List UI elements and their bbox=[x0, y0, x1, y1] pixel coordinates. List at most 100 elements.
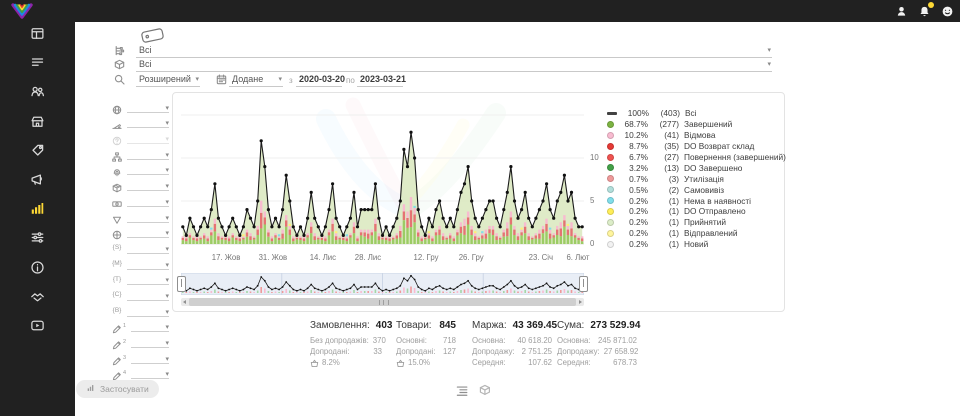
navigator-right-handle[interactable] bbox=[579, 276, 588, 292]
sidebar-item-promotions[interactable] bbox=[30, 143, 46, 159]
apply-chart-icon bbox=[86, 383, 96, 395]
stat-column: Сума:273 529.94Основна:245 871.02Допрода… bbox=[557, 320, 637, 369]
date-field-value: Додане bbox=[232, 74, 263, 84]
filter-select[interactable]: ▾ bbox=[127, 242, 169, 254]
filter-select[interactable]: ▾ bbox=[127, 148, 169, 160]
main-chart[interactable] bbox=[181, 101, 584, 253]
product-select[interactable]: Всі ▾ bbox=[136, 58, 772, 72]
sidebar-item-video-guide[interactable] bbox=[30, 318, 46, 334]
filter-select[interactable]: ▾ bbox=[131, 320, 169, 332]
product-view-toggle[interactable] bbox=[479, 384, 492, 397]
scroll-left-arrow[interactable] bbox=[181, 298, 189, 306]
stat-title: Маржа: bbox=[472, 320, 507, 331]
filter-select[interactable]: ▾ bbox=[127, 163, 169, 175]
sidebar-item-store[interactable] bbox=[30, 114, 46, 130]
filter-select[interactable]: ▾ bbox=[131, 352, 169, 364]
filter-select[interactable]: ▾ bbox=[127, 179, 169, 191]
notifications-icon[interactable] bbox=[918, 5, 931, 18]
view-toggles bbox=[455, 384, 492, 397]
legend-item[interactable]: 0.2%(1)Прийнятий bbox=[607, 217, 786, 228]
stat-sub-value: 2 751.25 bbox=[522, 346, 552, 357]
chart-navigator[interactable] bbox=[181, 273, 584, 295]
legend-label: Всі bbox=[685, 108, 697, 118]
filter-select[interactable]: ▾ bbox=[127, 273, 169, 285]
legend-item[interactable]: 0.2%(1)Новий bbox=[607, 239, 786, 250]
legend-item[interactable]: 0.2%(1)DO Отправлено bbox=[607, 206, 786, 217]
legend-dot-swatch bbox=[607, 208, 614, 215]
legend-dot-swatch bbox=[607, 219, 614, 226]
chevron-down-icon: ▾ bbox=[767, 47, 771, 54]
filter-select[interactable]: ▾ bbox=[127, 258, 169, 270]
campaigns-icon bbox=[30, 174, 45, 191]
legend-item[interactable]: 68.7%(277)Завершений bbox=[607, 119, 786, 130]
filter-select[interactable]: ▾ bbox=[127, 101, 169, 113]
sidebar-item-settings[interactable] bbox=[30, 230, 46, 246]
sidebar-item-partners[interactable] bbox=[30, 289, 46, 305]
filter-select[interactable]: ▾ bbox=[131, 367, 169, 379]
legend-dot-swatch bbox=[607, 164, 614, 171]
legend-percent: 3.2% bbox=[618, 163, 648, 173]
sidebar-item-customers[interactable] bbox=[30, 84, 46, 100]
legend-item[interactable]: 0.2%(1)Відправлений bbox=[607, 228, 786, 239]
legend-dot-swatch bbox=[607, 197, 614, 204]
filter-select[interactable]: ▾ bbox=[127, 132, 169, 144]
search-mode-select[interactable]: Розширений ▾ bbox=[136, 73, 200, 87]
legend-label: DO Завершено bbox=[684, 163, 742, 173]
sidebar-item-dashboard[interactable] bbox=[30, 26, 46, 42]
stat-value: 273 529.94 bbox=[590, 320, 640, 331]
legend-item[interactable]: 100%(403)Всі bbox=[607, 108, 786, 119]
legend-item[interactable]: 8.7%(35)DO Возврат склад bbox=[607, 141, 786, 152]
scroll-thumb[interactable] bbox=[189, 298, 576, 306]
stat-value: 845 bbox=[439, 320, 456, 331]
x-tick-label: 28. Лис bbox=[346, 253, 390, 262]
banknote-icon bbox=[112, 196, 122, 206]
search-mode-value: Розширений bbox=[139, 74, 191, 84]
sidebar-item-statistics[interactable] bbox=[30, 201, 46, 217]
app-logo[interactable] bbox=[9, 3, 35, 20]
profile-avatar-icon[interactable] bbox=[941, 5, 954, 18]
info-icon bbox=[30, 262, 45, 279]
user-menu-icon[interactable] bbox=[895, 5, 908, 18]
sidebar-nav bbox=[0, 0, 75, 416]
chevron-down-icon: ▾ bbox=[165, 277, 169, 284]
stat-sub-value: 718 bbox=[443, 335, 456, 346]
hierarchy-icon bbox=[112, 149, 122, 159]
pencil-index: 3 bbox=[123, 355, 126, 361]
legend-line-swatch bbox=[607, 112, 617, 115]
filter-select[interactable]: ▾ bbox=[127, 195, 169, 207]
filter-select[interactable]: ▾ bbox=[127, 226, 169, 238]
sidebar-item-orders[interactable] bbox=[30, 55, 46, 71]
y-tick-label: 0 bbox=[590, 239, 608, 248]
filter-select[interactable]: ▾ bbox=[127, 289, 169, 301]
legend-dot-swatch bbox=[607, 154, 614, 161]
scroll-right-arrow[interactable] bbox=[576, 298, 584, 306]
category-select[interactable]: Всі ▾ bbox=[136, 44, 772, 58]
chart-scrollbar[interactable] bbox=[181, 298, 584, 306]
legend-dot-swatch bbox=[607, 121, 614, 128]
chevron-down-icon: ▾ bbox=[165, 371, 169, 378]
legend-item[interactable]: 10.2%(41)Відмова bbox=[607, 130, 786, 141]
date-field-select[interactable]: Додане ▾ bbox=[229, 73, 283, 87]
legend-item[interactable]: 0.5%(2)Самовивіз bbox=[607, 184, 786, 195]
sidebar-item-campaigns[interactable] bbox=[30, 172, 46, 188]
filter-select[interactable]: ▾ bbox=[131, 336, 169, 348]
date-from-label: з bbox=[289, 76, 293, 85]
legend-item[interactable]: 3.2%(13)DO Завершено bbox=[607, 162, 786, 173]
list-view-toggle[interactable] bbox=[455, 384, 468, 397]
chevron-down-icon: ▾ bbox=[165, 340, 169, 347]
filter-select[interactable]: ▾ bbox=[127, 305, 169, 317]
list-toggle-icon bbox=[455, 384, 468, 401]
filter-select[interactable]: ▾ bbox=[127, 116, 169, 128]
legend-item[interactable]: 6.7%(27)Повернення (завершений) bbox=[607, 152, 786, 163]
navigator-left-handle[interactable] bbox=[177, 276, 186, 292]
legend-item[interactable]: 0.2%(1)Нема в наявності bbox=[607, 195, 786, 206]
notification-badge bbox=[928, 2, 934, 8]
apply-button[interactable]: Застосувати bbox=[76, 380, 159, 398]
legend-item[interactable]: 0.7%(3)Утилізація bbox=[607, 173, 786, 184]
filter-select[interactable]: ▾ bbox=[127, 211, 169, 223]
sidebar-item-info[interactable] bbox=[30, 260, 46, 276]
date-from-input[interactable]: 2020-03-20 bbox=[296, 73, 342, 87]
legend-label: DO Отправлено bbox=[684, 206, 746, 216]
stat-sub-label: Допродажу: bbox=[557, 346, 600, 357]
date-to-input[interactable]: 2023-03-21 bbox=[357, 73, 403, 87]
